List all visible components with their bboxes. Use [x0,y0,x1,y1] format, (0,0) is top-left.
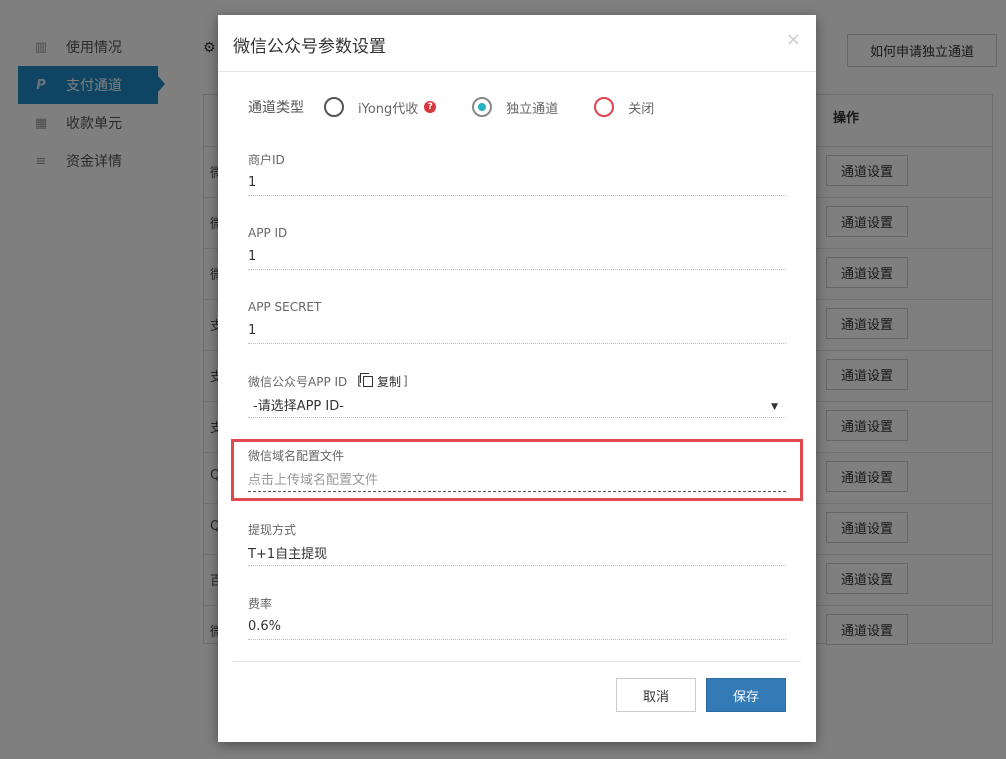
field-label: 微信公众号APP ID [ 复制 ] [248,372,786,390]
question-icon[interactable]: ? [424,101,437,113]
modal-footer-divider [233,661,801,662]
radio-circle[interactable] [594,97,615,117]
withdraw-method-input[interactable]: T+1自主提现 [248,543,786,563]
copy-icon[interactable] [359,372,373,387]
field-label: 商户ID [248,152,285,167]
field-label: APP ID [248,226,288,240]
field-label: 费率 [248,596,273,611]
app-id-field[interactable]: APP ID 1 [248,225,786,270]
field-label: APP SECRET [248,300,322,314]
domain-file-field[interactable]: 微信域名配置文件 点击上传域名配置文件 [248,447,786,492]
app-secret-input[interactable]: 1 [248,321,786,341]
app-secret-field[interactable]: APP SECRET 1 [248,299,786,344]
radio-circle-checked[interactable] [472,97,493,117]
close-icon[interactable]: × [786,29,801,50]
wx-app-id-field[interactable]: 微信公众号APP ID [ 复制 ] -请选择APP ID- ▼ [248,372,786,418]
wx-app-id-label: 微信公众号APP ID [248,374,348,389]
field-underline [248,269,786,270]
merchant-id-input[interactable]: 1 [248,173,786,193]
copy-link[interactable]: 复制 [377,373,401,390]
field-underline [248,639,786,640]
channel-type-label: 通道类型 [248,100,304,116]
withdraw-method-field[interactable]: 提现方式 T+1自主提现 [248,521,786,566]
radio-label: 独立通道 [506,101,559,117]
radio-circle[interactable] [324,97,344,117]
radio-iyong[interactable]: iYong代收 ? [324,97,437,117]
radio-independent[interactable]: 独立通道 [472,97,558,117]
radio-close[interactable]: 关闭 [594,97,654,117]
field-underline [248,417,786,418]
chevron-down-icon[interactable]: ▼ [771,402,778,412]
save-button[interactable]: 保存 [706,678,786,712]
cancel-button[interactable]: 取消 [616,678,696,712]
rate-input[interactable]: 0.6% [248,617,786,637]
app-id-input[interactable]: 1 [248,247,786,267]
modal-title: 微信公众号参数设置 [233,37,386,57]
copy-bracket-close: ] [402,374,408,388]
radio-label: 关闭 [628,101,655,117]
rate-field[interactable]: 费率 0.6% [248,595,786,640]
channel-type-row: 通道类型 iYong代收 ? 独立通道 关闭 [248,95,788,119]
field-label: 提现方式 [248,522,297,537]
field-underline [248,195,786,196]
field-underline [248,491,786,492]
modal-header: 微信公众号参数设置 × [218,15,816,72]
domain-file-upload[interactable]: 点击上传域名配置文件 [248,469,786,489]
settings-modal: 微信公众号参数设置 × 通道类型 iYong代收 ? 独立通道 关闭 商户ID … [218,15,816,742]
field-label: 微信域名配置文件 [248,448,345,463]
merchant-id-field[interactable]: 商户ID 1 [248,151,786,196]
radio-label: iYong代收 [358,101,419,117]
field-underline [248,565,786,566]
field-underline [248,343,786,344]
wx-app-id-select[interactable]: -请选择APP ID- [248,395,786,415]
